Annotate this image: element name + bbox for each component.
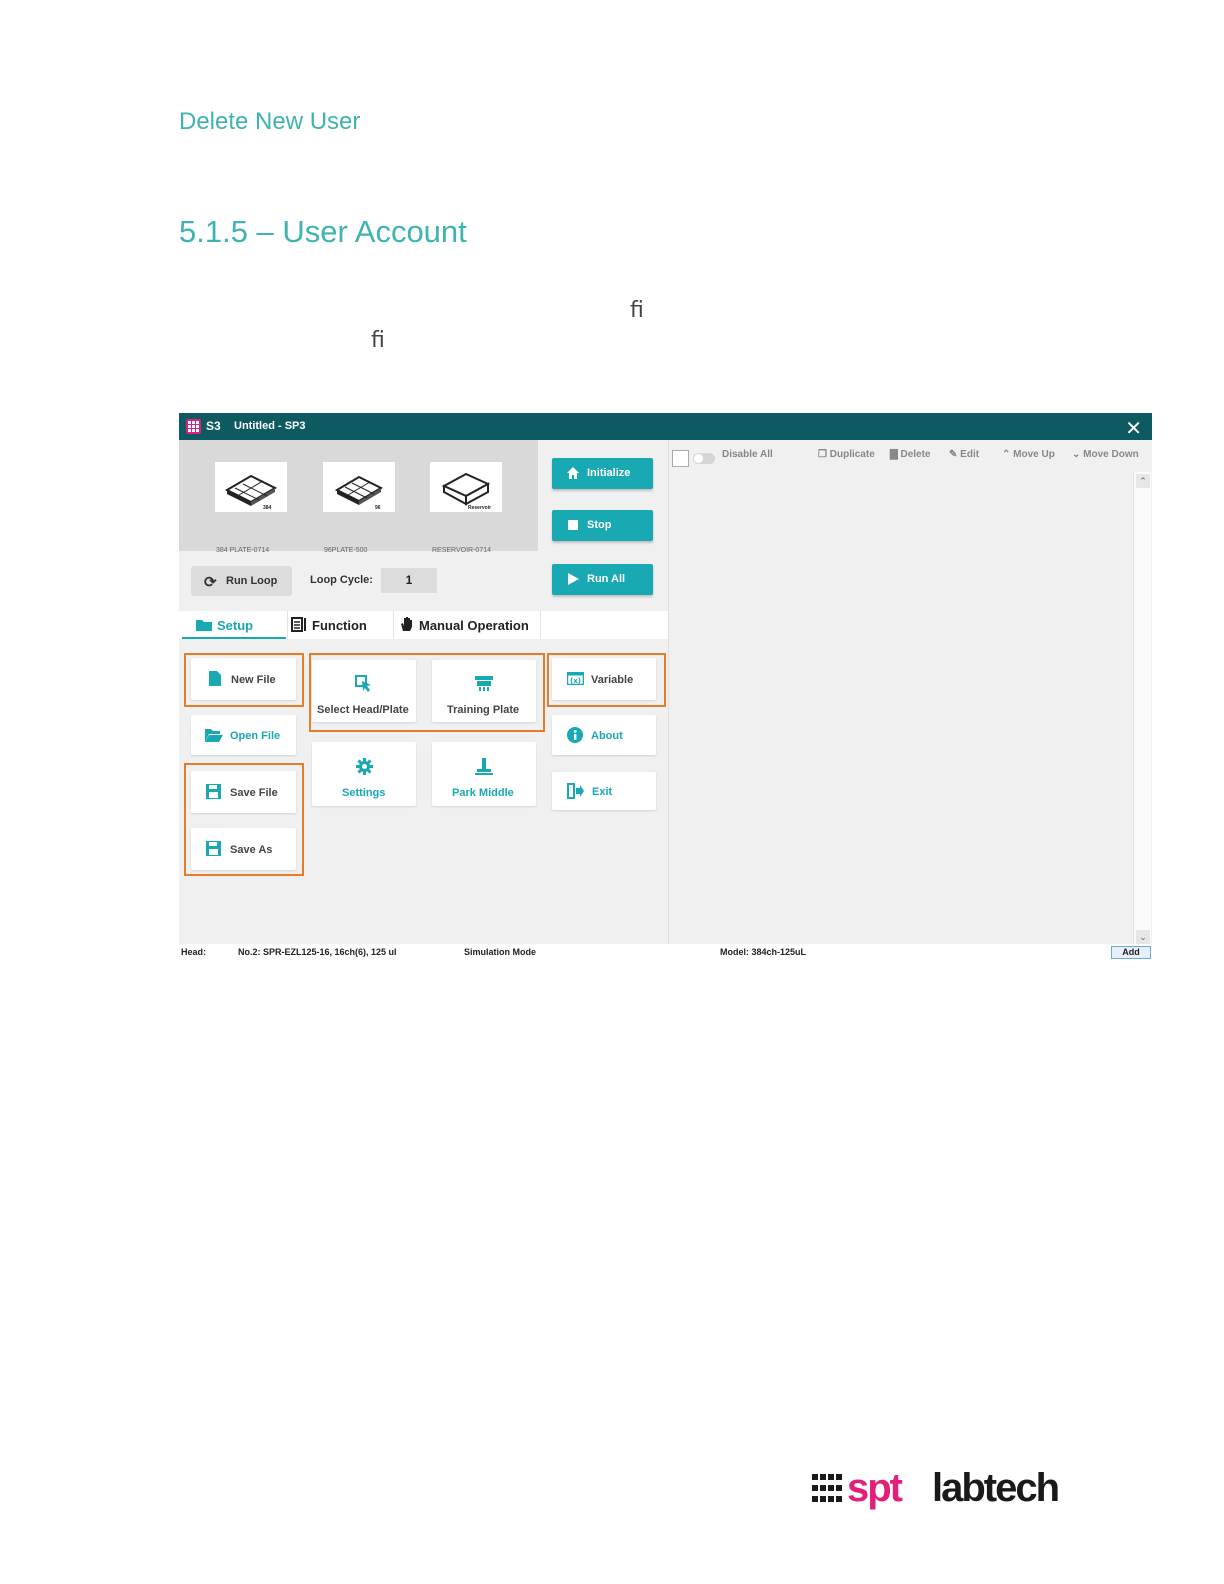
delete-button[interactable]: ▇ Delete <box>890 449 930 460</box>
add-button[interactable]: Add <box>1111 946 1151 959</box>
scroll-down-icon[interactable]: ⌄ <box>1136 930 1150 944</box>
loop-icon: ⟳ <box>204 574 217 591</box>
about-label: About <box>591 730 623 742</box>
section-heading: 5.1.5 – User Account <box>179 214 467 249</box>
app-grid-icon <box>186 419 201 434</box>
settings-label: Settings <box>342 787 386 799</box>
highlight-box <box>184 763 304 876</box>
move-up-label: Move Up <box>1013 449 1055 460</box>
model-status: Model: 384ch-125uL <box>720 947 807 957</box>
tab-function[interactable]: Function <box>288 611 392 639</box>
plate-label: RESERVOIR-0714 <box>432 547 492 554</box>
exit-button[interactable]: Exit <box>552 772 656 810</box>
plate-slot-2[interactable]: 96 <box>323 462 395 512</box>
run-loop-label: Run Loop <box>226 575 278 587</box>
edit-label: Edit <box>960 449 980 460</box>
loop-cycle-input[interactable]: 1 <box>381 568 437 593</box>
home-icon <box>567 467 579 479</box>
mode-status: Simulation Mode <box>464 947 536 957</box>
folder-icon <box>196 620 212 631</box>
tab-setup[interactable]: Setup <box>182 611 286 639</box>
park-middle-label: Park Middle <box>452 787 514 799</box>
hand-icon <box>401 617 412 631</box>
gear-icon <box>356 758 373 775</box>
move-down-label: Move Down <box>1083 449 1139 460</box>
plate-mark: 96 <box>375 505 381 511</box>
app-window: S3 Untitled - SP3 ✕ 1 384 384 PLATE-0714… <box>179 413 1152 961</box>
title-bar: S3 Untitled - SP3 ✕ <box>179 413 1152 440</box>
run-loop-button[interactable]: ⟳ Run Loop <box>191 566 292 596</box>
about-button[interactable]: About <box>552 715 656 755</box>
plate-label: 96PLATE-500 <box>324 547 368 554</box>
logo-text-labtech: labtech <box>932 1466 1060 1510</box>
vertical-scrollbar[interactable]: ⌃ ⌄ <box>1133 472 1151 946</box>
exit-icon <box>567 783 584 799</box>
status-bar: Head: No.2: SPR-EZL125-16, 16ch(6), 125 … <box>179 944 1152 961</box>
section-subheading: Delete New User <box>179 108 361 135</box>
ligature-glyph: ﬁ <box>371 328 385 353</box>
plate-icon: 96 <box>334 475 384 511</box>
ligature-glyph: ﬁ <box>630 298 644 323</box>
plate-icon: 384 <box>224 474 278 511</box>
tab-manual-operation[interactable]: Manual Operation <box>394 611 540 639</box>
step-list-pane: Disable All ❐ Duplicate ▇ Delete ✎ Edit … <box>668 440 1152 947</box>
exit-label: Exit <box>592 786 613 798</box>
plate-mark: 384 <box>263 505 272 511</box>
tab-label: Function <box>312 618 367 633</box>
highlight-box <box>547 653 666 707</box>
plate-slot-1[interactable]: 384 <box>215 462 287 512</box>
delete-label: Delete <box>900 449 931 460</box>
disable-all-toggle[interactable] <box>693 453 715 464</box>
app-name: S3 <box>206 419 221 433</box>
info-icon <box>567 727 583 743</box>
open-file-button[interactable]: Open File <box>191 715 296 755</box>
tab-label: Setup <box>217 618 254 633</box>
duplicate-label: Duplicate <box>829 449 875 460</box>
duplicate-button[interactable]: ❐ Duplicate <box>818 449 875 460</box>
move-up-button[interactable]: ⌃ Move Up <box>1002 449 1055 460</box>
park-middle-button[interactable]: Park Middle <box>432 742 536 806</box>
highlight-box <box>309 653 545 732</box>
reservoir-icon: Reservoir <box>441 472 491 511</box>
initialize-button[interactable]: Initialize <box>552 458 653 489</box>
settings-button[interactable]: Settings <box>312 742 416 806</box>
park-icon <box>475 758 493 775</box>
deck-plate-area: 1 384 384 PLATE-0714 2 96 <box>179 440 538 554</box>
tab-divider <box>540 611 541 639</box>
logo-text-spt: spt <box>847 1466 903 1510</box>
stop-label: Stop <box>587 519 612 531</box>
stop-icon <box>568 520 578 530</box>
plate-slot-3[interactable]: Reservoir <box>430 462 502 512</box>
move-down-button[interactable]: ⌄ Move Down <box>1072 449 1139 460</box>
play-icon <box>568 573 579 585</box>
head-value: No.2: SPR-EZL125-16, 16ch(6), 125 ul <box>238 947 397 957</box>
edit-button[interactable]: ✎ Edit <box>949 449 979 460</box>
open-folder-icon <box>205 729 223 742</box>
select-all-checkbox[interactable] <box>672 450 689 467</box>
head-label: Head: <box>181 947 207 957</box>
logo-dots-icon <box>812 1474 842 1502</box>
loop-cycle-label: Loop Cycle: <box>310 574 373 586</box>
document-title: Untitled - SP3 <box>234 420 306 432</box>
close-icon[interactable]: ✕ <box>1125 416 1142 441</box>
highlight-box <box>184 653 304 707</box>
initialize-label: Initialize <box>587 467 631 479</box>
tab-bar: Setup Function Manual Operation <box>179 611 668 639</box>
tab-label: Manual Operation <box>419 618 529 633</box>
plate-mark: Reservoir <box>468 505 491 511</box>
scroll-up-icon[interactable]: ⌃ <box>1136 474 1150 488</box>
plate-label: 384 PLATE-0714 <box>216 547 270 554</box>
run-all-label: Run All <box>587 573 626 585</box>
run-all-button[interactable]: Run All <box>552 564 653 595</box>
open-file-label: Open File <box>230 730 281 742</box>
stop-button[interactable]: Stop <box>552 510 653 541</box>
disable-all-label: Disable All <box>722 449 773 460</box>
function-icon <box>291 617 306 632</box>
